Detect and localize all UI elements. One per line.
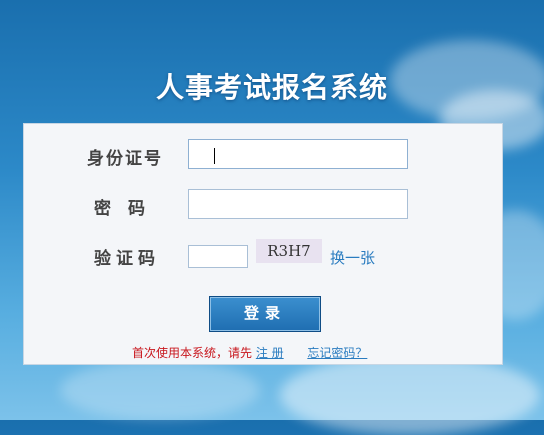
captcha-image: R3H7	[256, 239, 322, 263]
captcha-label: 验证码	[94, 249, 160, 269]
login-panel: 身份证号 密 码 验证码 R3H7 换一张 登录 首次使用本系统，请先 注 册 …	[23, 123, 503, 365]
forgot-password-link[interactable]: 忘记密码？	[307, 346, 367, 360]
password-input[interactable]	[188, 189, 408, 219]
refresh-captcha-link[interactable]: 换一张	[330, 247, 375, 268]
text-caret	[214, 148, 215, 164]
cloud-decoration	[280, 355, 540, 435]
captcha-input[interactable]	[188, 245, 248, 268]
first-use-note: 首次使用本系统，请先	[132, 346, 253, 360]
register-link[interactable]: 注 册	[256, 346, 284, 360]
cloud-decoration	[60, 360, 260, 420]
id-number-input[interactable]	[188, 139, 408, 169]
footer-links: 首次使用本系统，请先 注 册 忘记密码？	[132, 344, 367, 361]
password-label: 密 码	[94, 199, 145, 219]
id-number-label: 身份证号	[87, 149, 163, 169]
login-button[interactable]: 登录	[209, 296, 321, 332]
app-title: 人事考试报名系统	[155, 71, 388, 104]
